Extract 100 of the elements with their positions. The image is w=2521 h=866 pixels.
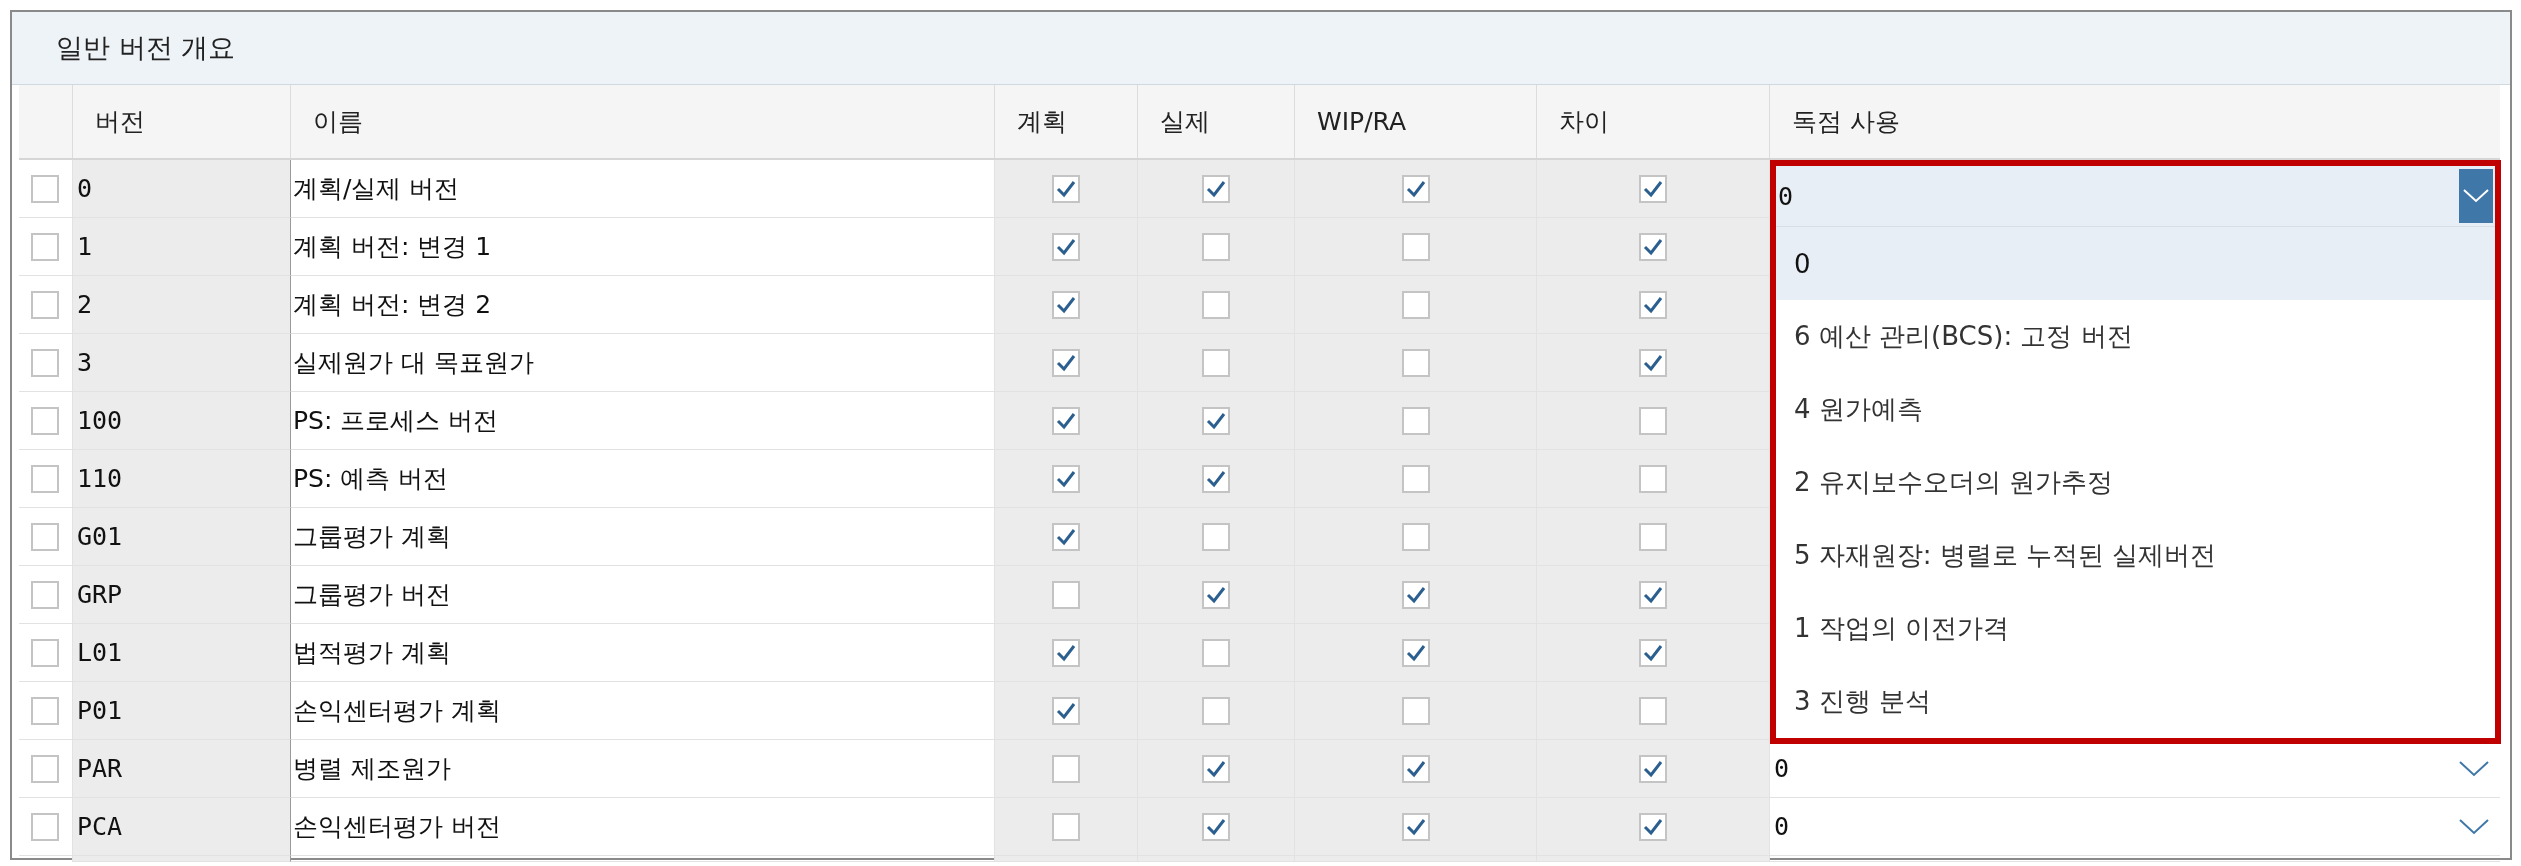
checkbox[interactable] xyxy=(1639,348,1667,377)
checkbox[interactable] xyxy=(1639,406,1667,435)
checkbox[interactable] xyxy=(1052,348,1080,377)
table-cell: PAR xyxy=(72,740,290,798)
checkbox[interactable] xyxy=(1639,638,1667,667)
checkbox[interactable] xyxy=(1202,464,1230,493)
column-header[interactable]: 버전 xyxy=(72,85,290,158)
table-cell: 1 xyxy=(72,218,290,276)
checkbox[interactable] xyxy=(1639,464,1667,493)
checkbox[interactable] xyxy=(1639,174,1667,203)
checkbox[interactable] xyxy=(1401,290,1430,319)
checkbox[interactable] xyxy=(1401,174,1430,203)
table-cell: 그룹평가 계획 xyxy=(290,508,994,566)
column-header[interactable]: 독점 사용 xyxy=(1769,85,2500,158)
row-selector[interactable] xyxy=(31,348,59,377)
dropdown-option[interactable]: 5 자재원장: 병렬로 누적된 실제버전 xyxy=(1776,519,2495,592)
dropdown-option[interactable]: 0 xyxy=(1776,227,2495,300)
checkbox[interactable] xyxy=(1639,522,1667,551)
checkbox[interactable] xyxy=(1401,754,1430,783)
row-selector[interactable] xyxy=(31,174,59,203)
dropdown-field[interactable]: 0 xyxy=(1776,166,2495,227)
checkbox[interactable] xyxy=(1202,754,1230,783)
table-cell: G01 xyxy=(72,508,290,566)
table-cell: 110 xyxy=(72,450,290,508)
dropdown-option[interactable]: 1 작업의 이전가격 xyxy=(1776,592,2495,665)
table-cell: 계획 버전: 변경 2 xyxy=(290,276,994,334)
checkbox[interactable] xyxy=(1052,754,1080,783)
chevron-down-icon[interactable] xyxy=(2458,759,2490,778)
row-selector[interactable] xyxy=(31,754,59,783)
table-cell: P01 xyxy=(72,682,290,740)
column-header[interactable]: WIP/RA xyxy=(1294,85,1536,158)
checkbox[interactable] xyxy=(1401,696,1430,725)
dropdown-option[interactable]: 6 예산 관리(BCS): 고정 버전 xyxy=(1776,300,2495,373)
checkbox[interactable] xyxy=(1052,290,1080,319)
checkbox[interactable] xyxy=(1052,464,1080,493)
checkbox[interactable] xyxy=(1401,812,1430,841)
checkbox[interactable] xyxy=(1202,812,1230,841)
table-cell: 2 xyxy=(72,276,290,334)
checkbox[interactable] xyxy=(1202,290,1230,319)
table-cell: 법적평가 계획 xyxy=(290,624,994,682)
checkbox[interactable] xyxy=(1202,174,1230,203)
dropdown-value[interactable]: 0 xyxy=(1774,812,1790,841)
dropdown-option[interactable]: 3 진행 분석 xyxy=(1776,665,2495,738)
checkbox[interactable] xyxy=(1401,522,1430,551)
column-header[interactable]: 계획 xyxy=(994,85,1137,158)
checkbox[interactable] xyxy=(1202,232,1230,261)
checkbox[interactable] xyxy=(1052,638,1080,667)
table-cell: 손익센터평가 버전 xyxy=(290,798,994,856)
row-selector[interactable] xyxy=(31,812,59,841)
checkbox[interactable] xyxy=(1052,406,1080,435)
dropdown-value: 0 xyxy=(1777,181,1794,211)
checkbox[interactable] xyxy=(1052,232,1080,261)
row-selector[interactable] xyxy=(31,406,59,435)
checkbox[interactable] xyxy=(1052,696,1080,725)
checkbox[interactable] xyxy=(1639,290,1667,319)
checkbox[interactable] xyxy=(1401,406,1430,435)
checkbox[interactable] xyxy=(1639,754,1667,783)
table-cell: PS: 프로세스 버전 xyxy=(290,392,994,450)
checkbox[interactable] xyxy=(1202,522,1230,551)
dropdown-option[interactable]: 2 유지보수오더의 원가추정 xyxy=(1776,446,2495,519)
row-selector[interactable] xyxy=(31,464,59,493)
table-cell: PCA xyxy=(72,798,290,856)
checkbox[interactable] xyxy=(1639,580,1667,609)
checkbox[interactable] xyxy=(1639,696,1667,725)
checkbox[interactable] xyxy=(1202,580,1230,609)
checkbox[interactable] xyxy=(1202,638,1230,667)
checkbox[interactable] xyxy=(1202,406,1230,435)
checkbox[interactable] xyxy=(1401,580,1430,609)
table-cell: 손익센터평가 계획 xyxy=(290,682,994,740)
dropdown-button[interactable] xyxy=(2459,169,2493,223)
table-cell: 실제원가 대 목표원가 xyxy=(290,334,994,392)
checkbox[interactable] xyxy=(1052,812,1080,841)
table-cell: 3 xyxy=(72,334,290,392)
table-cell: 0 xyxy=(72,160,290,218)
checkbox[interactable] xyxy=(1202,696,1230,725)
row-selector[interactable] xyxy=(31,522,59,551)
checkbox[interactable] xyxy=(1052,522,1080,551)
checkbox[interactable] xyxy=(1401,348,1430,377)
checkbox[interactable] xyxy=(1401,638,1430,667)
chevron-down-icon[interactable] xyxy=(2458,817,2490,836)
checkbox[interactable] xyxy=(1052,174,1080,203)
column-header[interactable]: 실제 xyxy=(1137,85,1294,158)
row-selector[interactable] xyxy=(31,290,59,319)
checkbox[interactable] xyxy=(1639,812,1667,841)
table-cell: 병렬 제조원가 xyxy=(290,740,994,798)
row-selector[interactable] xyxy=(31,696,59,725)
row-selector[interactable] xyxy=(31,232,59,261)
column-header[interactable]: 차이 xyxy=(1536,85,1769,158)
checkbox[interactable] xyxy=(1202,348,1230,377)
column-header[interactable]: 이름 xyxy=(290,85,994,158)
dropdown-option[interactable]: 4 원가예측 xyxy=(1776,373,2495,446)
table-cell: GRP xyxy=(72,566,290,624)
checkbox[interactable] xyxy=(1639,232,1667,261)
checkbox[interactable] xyxy=(1401,232,1430,261)
row-selector[interactable] xyxy=(31,580,59,609)
checkbox[interactable] xyxy=(1401,464,1430,493)
table-cell: 100 xyxy=(72,392,290,450)
checkbox[interactable] xyxy=(1052,580,1080,609)
row-selector[interactable] xyxy=(31,638,59,667)
dropdown-value[interactable]: 0 xyxy=(1774,754,1790,783)
